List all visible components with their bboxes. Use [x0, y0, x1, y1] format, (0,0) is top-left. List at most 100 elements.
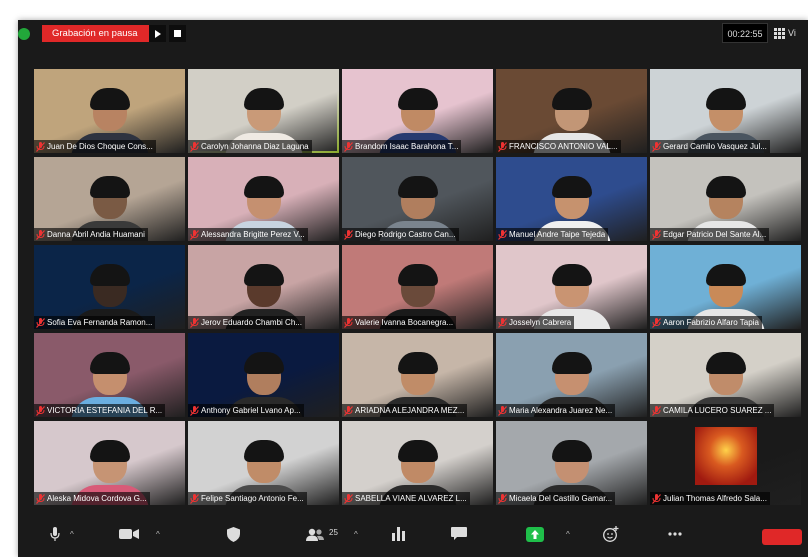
participant-nameplate: Diego Rodrigo Castro Can... [342, 228, 459, 241]
participant-tile[interactable]: Diego Rodrigo Castro Can... [342, 157, 493, 241]
muted-microphone-icon [498, 493, 507, 504]
meeting-toolbar: ^ ^ 25 ^ ^ [18, 520, 808, 557]
participant-name: Brandom Isaac Barahona T... [355, 142, 459, 151]
muted-microphone-icon [36, 405, 45, 416]
more-icon[interactable] [664, 526, 686, 542]
video-camera-icon[interactable] [118, 526, 140, 542]
participant-tile[interactable]: VICTORIA ESTEFANIA DEL R... [34, 333, 185, 417]
audio-options-caret[interactable]: ^ [70, 530, 74, 539]
participant-name: Valerie Ivanna Bocanegra... [355, 318, 454, 327]
participant-hair [243, 264, 284, 286]
participant-tile[interactable]: Felipe Santiago Antonio Fe... [188, 421, 339, 505]
muted-microphone-icon [190, 317, 199, 328]
participant-tile[interactable]: CAMILA LUCERO SUAREZ ... [650, 333, 801, 417]
muted-microphone-icon [36, 493, 45, 504]
participant-hair [551, 88, 592, 110]
participant-tile[interactable]: Danna Abril Andia Huamani [34, 157, 185, 241]
participant-hair [551, 440, 592, 462]
participant-name: SABELLA VIANE ALVAREZ L... [355, 494, 467, 503]
participants-count: 25 [329, 528, 338, 537]
participant-hair [89, 264, 130, 286]
gallery-view-icon [774, 27, 785, 39]
participant-nameplate: Edgar Patricio Del Sante Al... [650, 228, 770, 241]
participant-tile[interactable]: Carolyn Johanna Diaz Laguna [188, 69, 339, 153]
muted-microphone-icon [344, 317, 353, 328]
participant-tile[interactable]: Julian Thomas Alfredo Sala... [650, 421, 801, 505]
participant-hair [705, 352, 746, 374]
participant-nameplate: Aaron Fabrizio Alfaro Tapia [650, 316, 762, 329]
participant-nameplate: Brandom Isaac Barahona T... [342, 140, 462, 153]
participant-tile[interactable]: Aaron Fabrizio Alfaro Tapia [650, 245, 801, 329]
participant-nameplate: Jerov Eduardo Chambi Ch... [188, 316, 305, 329]
participant-tile[interactable]: SABELLA VIANE ALVAREZ L... [342, 421, 493, 505]
security-status-icon[interactable] [18, 28, 30, 40]
participant-hair [705, 88, 746, 110]
participant-name: Anthony Gabriel Lvano Ap... [201, 406, 301, 415]
participant-tile[interactable]: Sofia Eva Fernanda Ramon... [34, 245, 185, 329]
share-options-caret[interactable]: ^ [566, 530, 570, 539]
gallery-grid: Juan De Dios Choque Cons... Carolyn Johan… [34, 69, 804, 510]
profile-picture [694, 427, 757, 485]
poll-chart-icon[interactable] [388, 526, 410, 542]
participant-name: Alessandra Brigitte Perez V... [201, 230, 305, 239]
participant-tile[interactable]: Alessandra Brigitte Perez V... [188, 157, 339, 241]
participant-tile[interactable]: Gerard Camilo Vasquez Jul... [650, 69, 801, 153]
view-button[interactable]: Vi [774, 23, 796, 43]
participant-hair [551, 176, 592, 198]
share-screen-icon[interactable] [524, 526, 546, 542]
participant-tile[interactable]: Juan De Dios Choque Cons... [34, 69, 185, 153]
participant-hair [243, 352, 284, 374]
end-meeting-button[interactable] [762, 529, 802, 545]
reactions-icon[interactable] [600, 526, 622, 542]
participant-name: Jerov Eduardo Chambi Ch... [201, 318, 302, 327]
participant-hair [89, 440, 130, 462]
chat-icon[interactable] [448, 526, 470, 542]
participant-hair [89, 88, 130, 110]
muted-microphone-icon [498, 141, 507, 152]
muted-microphone-icon [36, 141, 45, 152]
participant-name: Aleska Midova Cordova G... [47, 494, 147, 503]
video-options-caret[interactable]: ^ [156, 530, 160, 539]
participant-tile[interactable]: Maria Alexandra Juarez Ne... [496, 333, 647, 417]
participant-tile[interactable]: Jerov Eduardo Chambi Ch... [188, 245, 339, 329]
participant-hair [89, 176, 130, 198]
participant-hair [551, 264, 592, 286]
resume-recording-button[interactable] [149, 25, 166, 42]
muted-microphone-icon [344, 141, 353, 152]
participant-tile[interactable]: Josselyn Cabrera [496, 245, 647, 329]
participant-hair [243, 440, 284, 462]
security-shield-icon[interactable] [222, 526, 244, 542]
participant-tile[interactable]: Brandom Isaac Barahona T... [342, 69, 493, 153]
stop-recording-button[interactable] [169, 25, 186, 42]
play-icon [154, 29, 161, 38]
participant-name: VICTORIA ESTEFANIA DEL R... [47, 406, 163, 415]
participant-hair [397, 176, 438, 198]
participant-name: Danna Abril Andia Huamani [47, 230, 145, 239]
participant-tile[interactable]: Aleska Midova Cordova G... [34, 421, 185, 505]
participant-name: Diego Rodrigo Castro Can... [355, 230, 456, 239]
participant-tile[interactable]: Micaela Del Castillo Gamar... [496, 421, 647, 505]
participant-nameplate: Valerie Ivanna Bocanegra... [342, 316, 457, 329]
muted-microphone-icon [190, 493, 199, 504]
participants-icon[interactable] [304, 526, 326, 542]
participant-name: Julian Thomas Alfredo Sala... [663, 494, 767, 503]
muted-microphone-icon [344, 493, 353, 504]
participant-tile[interactable]: FRANCISCO ANTONIO VAL... [496, 69, 647, 153]
participant-nameplate: Aleska Midova Cordova G... [34, 492, 150, 505]
microphone-icon[interactable] [44, 526, 66, 542]
participant-tile[interactable]: Anthony Gabriel Lvano Ap... [188, 333, 339, 417]
participant-nameplate: Carolyn Johanna Diaz Laguna [188, 140, 312, 153]
participant-nameplate: Maria Alexandra Juarez Ne... [496, 404, 616, 417]
participant-tile[interactable]: Valerie Ivanna Bocanegra... [342, 245, 493, 329]
view-button-label: Vi [788, 28, 796, 38]
participant-tile[interactable]: Edgar Patricio Del Sante Al... [650, 157, 801, 241]
participant-tile[interactable]: Manuel Andre Taipe Tejeda [496, 157, 647, 241]
muted-microphone-icon [652, 229, 661, 240]
participant-nameplate: SABELLA VIANE ALVAREZ L... [342, 492, 470, 505]
muted-microphone-icon [190, 405, 199, 416]
participant-name: Micaela Del Castillo Gamar... [509, 494, 613, 503]
participant-hair [243, 88, 284, 110]
participant-hair [705, 176, 746, 198]
participant-tile[interactable]: ARIADNA ALEJANDRA MEZ... [342, 333, 493, 417]
participants-options-caret[interactable]: ^ [354, 530, 358, 539]
